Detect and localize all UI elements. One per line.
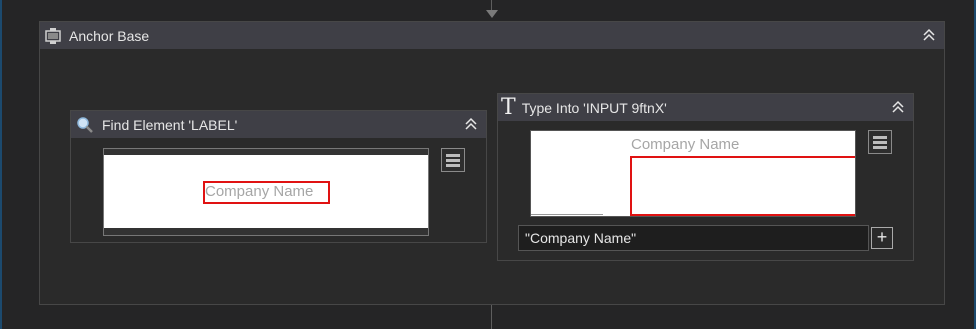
element-screenshot[interactable]: Company Name — [530, 130, 856, 217]
type-into-header[interactable]: T Type Into 'INPUT 9ftnX' — [498, 94, 913, 121]
anchor-base-icon — [45, 27, 61, 45]
text-t-icon: T — [501, 94, 516, 120]
screenshot-underline — [531, 214, 603, 215]
magnifier-icon — [76, 116, 94, 134]
options-menu-button[interactable] — [441, 148, 465, 172]
screenshot-top-band — [104, 149, 428, 155]
collapse-icon[interactable] — [462, 115, 480, 133]
find-element-activity[interactable]: Find Element 'LABEL' Company Name — [70, 110, 487, 243]
left-edge-bar — [0, 0, 2, 329]
screenshot-label: Company Name — [631, 136, 740, 153]
collapse-icon[interactable] — [889, 98, 907, 116]
flow-arrow-icon — [486, 10, 498, 18]
text-value-input[interactable]: "Company Name" — [518, 225, 869, 251]
type-into-title: Type Into 'INPUT 9ftnX' — [521, 99, 667, 116]
screenshot-label: Company Name — [205, 183, 314, 200]
type-into-activity[interactable]: T Type Into 'INPUT 9ftnX' Company Name "… — [497, 93, 914, 261]
find-element-header[interactable]: Find Element 'LABEL' — [71, 111, 486, 138]
flow-connector-bottom — [491, 305, 492, 329]
element-screenshot[interactable]: Company Name — [103, 148, 429, 236]
find-element-title: Find Element 'LABEL' — [102, 116, 238, 133]
anchor-base-title: Anchor Base — [69, 27, 150, 44]
selection-highlight — [630, 156, 855, 216]
collapse-icon[interactable] — [920, 26, 938, 44]
screenshot-bottom-band — [104, 228, 428, 235]
anchor-base-header[interactable]: Anchor Base — [40, 22, 944, 49]
options-menu-button[interactable] — [868, 130, 892, 154]
add-argument-button[interactable]: + — [871, 227, 893, 249]
